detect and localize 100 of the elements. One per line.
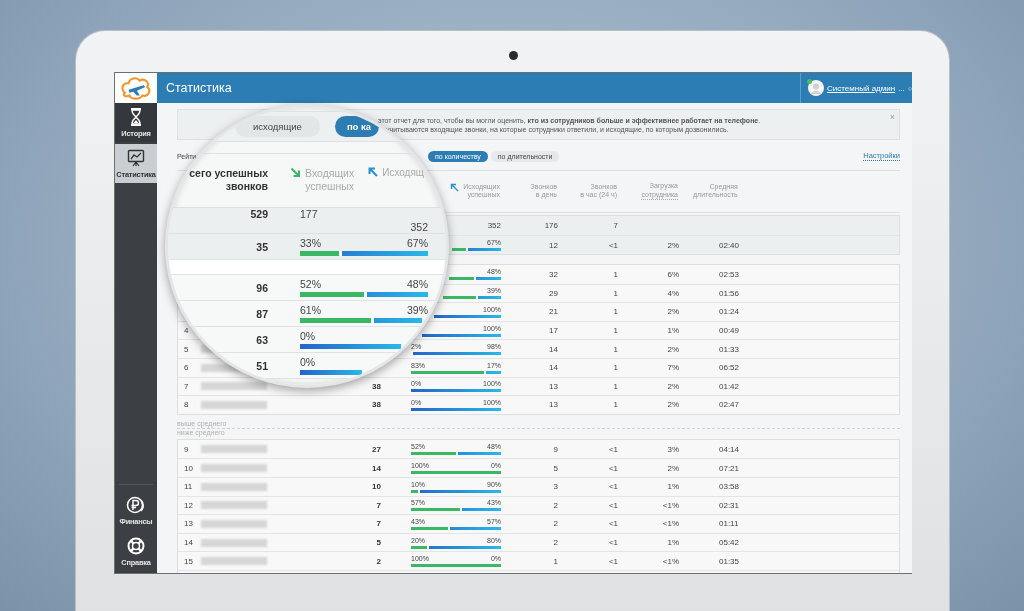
row-number: 8: [184, 400, 190, 410]
table-cell-text: 17: [548, 326, 558, 336]
table-cell-text: 29: [548, 288, 558, 298]
percent-label: 39%: [407, 304, 428, 316]
table-cell-text: 7: [375, 519, 381, 529]
chart-board-icon: [127, 149, 145, 167]
table-cell-text: 38: [371, 381, 381, 391]
column-header: сего успешных звонков: [188, 167, 268, 195]
table-cell-text: 5: [375, 538, 381, 547]
percent-label: 61%: [300, 304, 321, 316]
table-cell-text: 07:21: [719, 463, 741, 473]
avatar-icon: [808, 80, 824, 96]
table-cell-text: 6%: [666, 269, 679, 279]
percent-label: 0%: [300, 356, 316, 368]
arrow-icon: [368, 167, 380, 178]
table-cell-text: 04:14: [719, 444, 741, 454]
table-cell: 352: [410, 220, 428, 233]
table-cell-text: 01:42: [719, 381, 741, 391]
table-cell-text: 3%: [666, 444, 679, 454]
table-cell-text: 01:33: [719, 344, 741, 354]
filter-tab[interactable]: исходящие: [235, 116, 320, 137]
row-number: 5: [184, 344, 190, 354]
row-number: 4: [184, 326, 190, 336]
row-number: 13: [184, 519, 194, 529]
table-cell-text: 14: [548, 344, 558, 354]
hourglass-icon: [128, 108, 144, 126]
table-cell-text: 1%: [666, 538, 679, 547]
table-cell-text: 2%: [666, 307, 679, 317]
page-title: Статистика: [165, 81, 233, 95]
table-cell-text: <1: [607, 444, 618, 454]
table-cell-text: 02:40: [719, 240, 741, 250]
percent-label: 52%: [300, 278, 321, 290]
percent-label: 0%: [300, 330, 316, 342]
table-cell-text: 1: [612, 363, 618, 373]
table-cell: 35: [256, 240, 268, 253]
table-cell-text: 01:11: [719, 519, 740, 529]
table-cell-text: 01:35: [719, 556, 741, 566]
table-cell-text: 05:42: [719, 538, 741, 547]
table-cell-text: 00:49: [719, 326, 741, 336]
row-number: 6: [184, 363, 190, 373]
row-number: 11: [184, 482, 194, 492]
ruble-coin-icon: [126, 496, 146, 514]
table-cell-text: <1: [607, 500, 618, 510]
table-cell-text: <1: [607, 556, 618, 566]
table-cell-text: 12: [548, 240, 558, 250]
table-cell-text: 1: [612, 400, 618, 410]
table-cell-text: 1: [612, 307, 618, 317]
table-cell-text: 1: [612, 288, 618, 298]
table-cell-text: <1: [607, 538, 618, 547]
table-cell-text: 4%: [666, 288, 679, 298]
table-cell-text: 06:52: [719, 363, 741, 373]
table-cell-text: 32: [548, 269, 558, 279]
table-cell-text: 27: [371, 444, 381, 454]
table-cell-text: <1%: [661, 519, 679, 529]
table-cell-text: 7: [375, 500, 381, 510]
lifebuoy-icon: [127, 537, 145, 555]
ellipsis: ...: [898, 83, 905, 93]
table-cell-text: 14: [371, 463, 381, 473]
percent-label: 67%: [407, 237, 428, 249]
row-number: 9: [184, 444, 190, 454]
table-cell-text: 1%: [666, 326, 679, 336]
table-cell-text: 1: [612, 269, 618, 279]
table-cell-text: 38: [371, 400, 381, 410]
table-cell-text: 177: [300, 208, 319, 221]
row-number: 12: [184, 500, 194, 510]
table-cell-text: 03:58: [719, 482, 741, 492]
table-cell-text: 02:53: [719, 269, 741, 279]
table-cell-text: 13: [548, 400, 558, 410]
table-cell: 352: [487, 221, 501, 230]
table-cell-text: <1%: [661, 500, 679, 510]
table-cell-text: 1: [612, 344, 618, 354]
table-cell-text: <1%: [661, 556, 679, 566]
table-cell-text: 5: [552, 463, 558, 473]
table-cell-text: <1: [607, 482, 618, 492]
table-cell-text: <1: [607, 240, 618, 250]
user-link[interactable]: Системный админ: [827, 83, 896, 93]
column-header: Входящих успешных: [305, 167, 355, 195]
row-number: 10: [184, 463, 194, 473]
table-cell-text: 7: [612, 221, 618, 230]
row-number: 15: [184, 556, 194, 566]
table-cell-text: 9: [552, 444, 558, 454]
table-cell-text: 2: [552, 538, 558, 547]
table-cell-text: 3: [552, 482, 558, 492]
table-cell-text: 01:56: [719, 288, 741, 298]
table-cell-text: 1: [612, 326, 618, 336]
table-cell-text: 14: [548, 363, 558, 373]
table-cell-text: 2%: [666, 381, 679, 391]
table-cell-text: 2: [375, 556, 381, 566]
percent-label: 33%: [300, 237, 321, 249]
table-cell: 63: [256, 333, 268, 346]
table-cell-text: 2%: [666, 344, 679, 354]
table-cell-text: 1: [552, 556, 558, 566]
row-number: 7: [184, 381, 190, 391]
arrow-icon: [290, 167, 301, 178]
camera-icon: [508, 51, 518, 60]
row-number: 14: [184, 538, 194, 547]
percent-label: 48%: [407, 278, 428, 290]
column-header: Исходящ: [382, 167, 425, 180]
table-cell-text: 1%: [666, 482, 679, 492]
arrow-icon: [450, 182, 460, 192]
